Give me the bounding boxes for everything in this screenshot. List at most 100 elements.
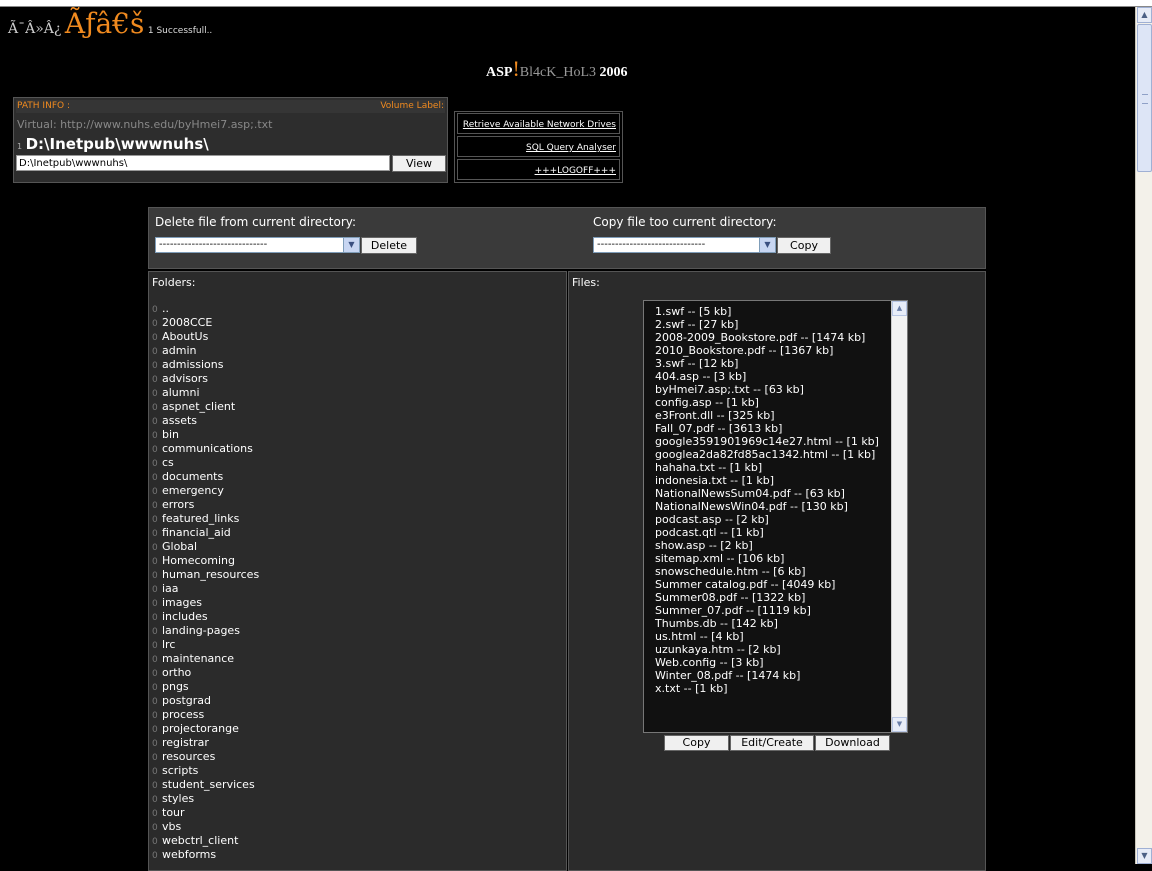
folder-item[interactable]: 0 Homecoming xyxy=(152,554,259,568)
file-item[interactable]: indonesia.txt -- [1 kb] xyxy=(655,474,879,487)
file-item[interactable]: us.html -- [4 kb] xyxy=(655,630,879,643)
folder-item[interactable]: 0 vbs xyxy=(152,820,259,834)
file-item[interactable]: podcast.qtl -- [1 kb] xyxy=(655,526,879,539)
file-item[interactable]: 404.asp -- [3 kb] xyxy=(655,370,879,383)
folder-item[interactable]: 0 styles xyxy=(152,792,259,806)
file-item[interactable]: Fall_07.pdf -- [3613 kb] xyxy=(655,422,879,435)
folder-item[interactable]: 0 iaa xyxy=(152,582,259,596)
file-item[interactable]: Web.config -- [3 kb] xyxy=(655,656,879,669)
file-item[interactable]: x.txt -- [1 kb] xyxy=(655,682,879,695)
folder-item[interactable]: 0 ortho xyxy=(152,666,259,680)
scrollbar-thumb[interactable] xyxy=(1137,24,1152,172)
folder-item[interactable]: 0 Global xyxy=(152,540,259,554)
folder-item[interactable]: 0 communications xyxy=(152,442,259,456)
file-item[interactable]: e3Front.dll -- [325 kb] xyxy=(655,409,879,422)
folder-item[interactable]: 0 AboutUs xyxy=(152,330,259,344)
folder-item[interactable]: 0 bin xyxy=(152,428,259,442)
file-item[interactable]: 2010_Bookstore.pdf -- [1367 kb] xyxy=(655,344,879,357)
folder-item[interactable]: 0 student_services xyxy=(152,778,259,792)
chevron-down-icon[interactable]: ▼ xyxy=(759,238,775,252)
folder-item[interactable]: 0 financial_aid xyxy=(152,526,259,540)
file-item[interactable]: show.asp -- [2 kb] xyxy=(655,539,879,552)
folder-name: lrc xyxy=(162,638,176,651)
folder-item[interactable]: 0 documents xyxy=(152,470,259,484)
folder-item[interactable]: 0 emergency xyxy=(152,484,259,498)
file-item[interactable]: NationalNewsWin04.pdf -- [130 kb] xyxy=(655,500,879,513)
folder-item[interactable]: 0 human_resources xyxy=(152,568,259,582)
network-drives-link[interactable]: Retrieve Available Network Drives xyxy=(457,113,620,134)
chevron-down-icon[interactable]: ▼ xyxy=(343,238,359,252)
folder-item[interactable]: 0 postgrad xyxy=(152,694,259,708)
folder-item[interactable]: 0 scripts xyxy=(152,764,259,778)
file-list-scrollbar[interactable]: ▲ ▼ xyxy=(891,301,907,732)
folder-item[interactable]: 0 process xyxy=(152,708,259,722)
folder-item[interactable]: 0 tour xyxy=(152,806,259,820)
folder-item[interactable]: 0 webctrl_client xyxy=(152,834,259,848)
file-item[interactable]: NationalNewsSum04.pdf -- [63 kb] xyxy=(655,487,879,500)
copy-file-select[interactable]: ------------------------------ ▼ xyxy=(593,237,776,253)
folder-item[interactable]: 0 resources xyxy=(152,750,259,764)
file-item[interactable]: 1.swf -- [5 kb] xyxy=(655,305,879,318)
file-item[interactable]: Summer catalog.pdf -- [4049 kb] xyxy=(655,578,879,591)
folder-item[interactable]: 0 featured_links xyxy=(152,512,259,526)
folder-item[interactable]: 0 cs xyxy=(152,456,259,470)
folder-item[interactable]: 0.. xyxy=(152,302,259,316)
folder-item[interactable]: 0 aspnet_client xyxy=(152,400,259,414)
folder-item[interactable]: 0 advisors xyxy=(152,372,259,386)
download-button[interactable]: Download xyxy=(815,735,890,751)
file-item[interactable]: snowschedule.htm -- [6 kb] xyxy=(655,565,879,578)
folder-item[interactable]: 0 projectorange xyxy=(152,722,259,736)
folder-item[interactable]: 0 landing-pages xyxy=(152,624,259,638)
folder-item[interactable]: 0 registrar xyxy=(152,736,259,750)
file-listbox[interactable]: 1.swf -- [5 kb] 2.swf -- [27 kb] 2008-2009… xyxy=(643,300,908,733)
folder-item[interactable]: 0 pngs xyxy=(152,680,259,694)
folder-item[interactable]: 0 assets xyxy=(152,414,259,428)
folder-item[interactable]: 0 errors xyxy=(152,498,259,512)
folder-name: includes xyxy=(162,610,208,623)
folder-item[interactable]: 0 webforms xyxy=(152,848,259,862)
sql-query-analyser-link[interactable]: SQL Query Analyser xyxy=(457,136,620,157)
folder-item[interactable]: 0 images xyxy=(152,596,259,610)
logoff-link[interactable]: +++LOGOFF+++ xyxy=(457,159,620,180)
folder-item[interactable]: 0 2008CCE xyxy=(152,316,259,330)
copy-file-button[interactable]: Copy xyxy=(664,735,729,751)
path-input[interactable] xyxy=(16,155,390,171)
file-item[interactable]: 3.swf -- [12 kb] xyxy=(655,357,879,370)
file-item[interactable]: Summer_07.pdf -- [1119 kb] xyxy=(655,604,879,617)
file-item[interactable]: google3591901969c14e27.html -- [1 kb] xyxy=(655,435,879,448)
scroll-up-arrow-icon[interactable]: ▲ xyxy=(892,301,907,316)
page-scrollbar[interactable]: ▲ ▼ xyxy=(1135,7,1152,864)
file-item[interactable]: byHmei7.asp;.txt -- [63 kb] xyxy=(655,383,879,396)
folder-item[interactable]: 0 admin xyxy=(152,344,259,358)
file-item[interactable]: Thumbs.db -- [142 kb] xyxy=(655,617,879,630)
file-item[interactable]: podcast.asp -- [2 kb] xyxy=(655,513,879,526)
file-item[interactable]: 2.swf -- [27 kb] xyxy=(655,318,879,331)
scroll-down-arrow-icon[interactable]: ▼ xyxy=(1137,848,1152,864)
folder-item[interactable]: 0 maintenance xyxy=(152,652,259,666)
file-item[interactable]: uzunkaya.htm -- [2 kb] xyxy=(655,643,879,656)
view-button[interactable]: View xyxy=(392,155,446,172)
file-item[interactable]: googlea2da82fd85ac1342.html -- [1 kb] xyxy=(655,448,879,461)
copy-to-directory-button[interactable]: Copy xyxy=(777,237,831,254)
folder-icon: 0 xyxy=(152,347,158,357)
file-item[interactable]: sitemap.xml -- [106 kb] xyxy=(655,552,879,565)
folder-icon: 0 xyxy=(152,585,158,595)
folder-name: communications xyxy=(162,442,253,455)
file-item[interactable]: Winter_08.pdf -- [1474 kb] xyxy=(655,669,879,682)
file-item[interactable]: config.asp -- [1 kb] xyxy=(655,396,879,409)
folder-item[interactable]: 0 includes xyxy=(152,610,259,624)
file-item[interactable]: Summer08.pdf -- [1322 kb] xyxy=(655,591,879,604)
folder-icon: 0 xyxy=(152,361,158,371)
folder-item[interactable]: 0 admissions xyxy=(152,358,259,372)
delete-file-select[interactable]: ------------------------------ ▼ xyxy=(155,237,360,253)
folder-item[interactable]: 0 lrc xyxy=(152,638,259,652)
folder-item[interactable]: 0 alumni xyxy=(152,386,259,400)
file-item[interactable]: 2008-2009_Bookstore.pdf -- [1474 kb] xyxy=(655,331,879,344)
folder-name: ortho xyxy=(162,666,192,679)
file-item[interactable]: hahaha.txt -- [1 kb] xyxy=(655,461,879,474)
scroll-down-arrow-icon[interactable]: ▼ xyxy=(892,717,907,732)
delete-button[interactable]: Delete xyxy=(361,237,417,254)
folder-icon: 0 xyxy=(152,837,158,847)
edit-create-button[interactable]: Edit/Create xyxy=(730,735,814,751)
scroll-up-arrow-icon[interactable]: ▲ xyxy=(1137,7,1152,23)
